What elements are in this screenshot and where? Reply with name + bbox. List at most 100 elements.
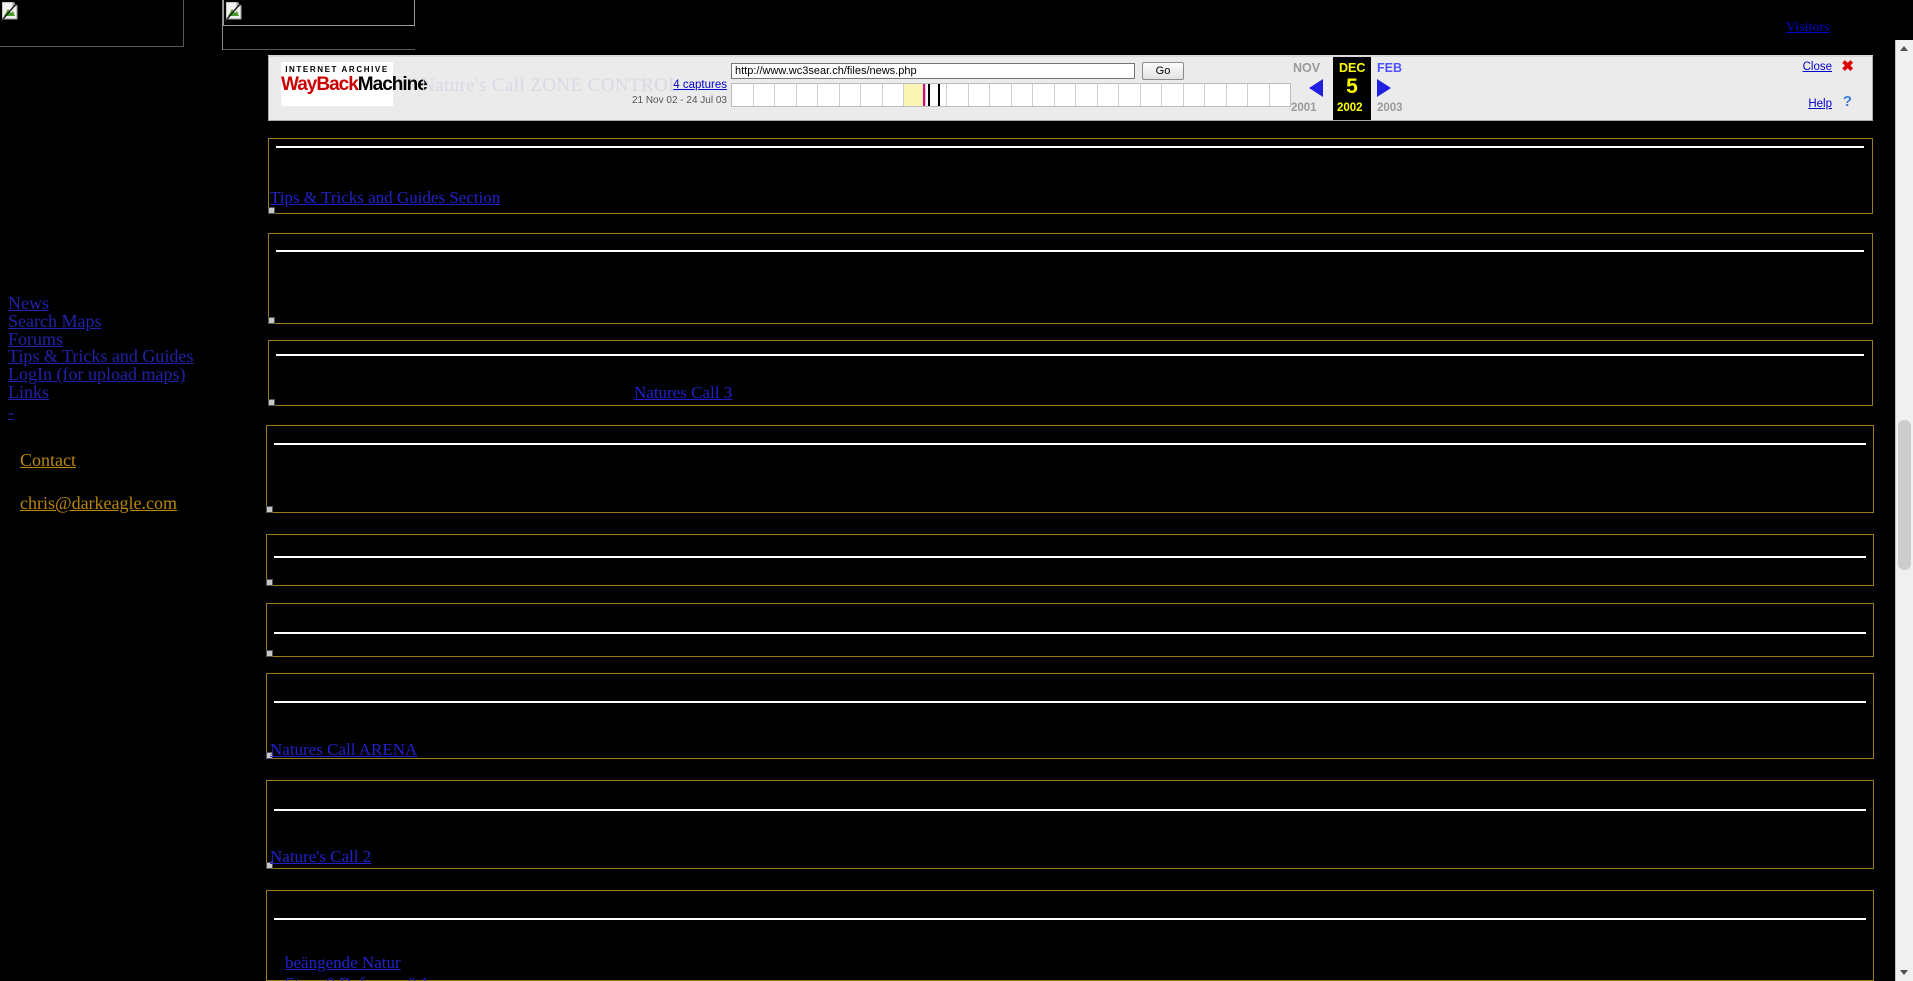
sidebar-item-links[interactable]: Links <box>8 383 218 402</box>
timeline-cell[interactable] <box>1248 84 1270 106</box>
broken-image-icon <box>2 2 18 20</box>
timeline-cell[interactable] <box>840 84 861 106</box>
content-panel <box>266 673 1874 759</box>
panel-top-rule <box>274 443 1866 445</box>
timeline-cell[interactable] <box>904 84 926 106</box>
timeline-cell[interactable] <box>1205 84 1227 106</box>
help-link[interactable]: Help <box>1808 98 1832 110</box>
panel-resize-handle[interactable] <box>268 317 275 324</box>
timeline-cell[interactable] <box>1033 84 1055 106</box>
internet-archive-label: INTERNET ARCHIVE <box>285 65 389 74</box>
close-icon[interactable]: ✖ <box>1841 59 1854 74</box>
wayback-machine-toolbar: INTERNET ARCHIVE WayBackMachine Nature's… <box>268 55 1873 121</box>
prev-month-label: NOV <box>1293 61 1321 75</box>
archived-url-input[interactable] <box>731 63 1135 79</box>
timeline-cell[interactable] <box>1184 84 1205 106</box>
content-link-natures-call-2[interactable]: Nature's Call 2 <box>270 847 371 867</box>
scroll-down-button[interactable] <box>1896 964 1913 981</box>
timeline-cell[interactable] <box>947 84 969 106</box>
prev-capture-arrow-icon[interactable] <box>1309 79 1323 97</box>
content-panel <box>266 425 1874 513</box>
panel-resize-handle[interactable] <box>268 399 275 406</box>
timeline-cell[interactable] <box>818 84 840 106</box>
content-link-beaengende-natur[interactable]: beängende Natur <box>285 953 401 973</box>
timeline-cell[interactable] <box>1270 84 1291 106</box>
content-panel <box>266 534 1874 586</box>
chevron-up-icon <box>1900 46 1908 51</box>
next-capture-arrow-icon[interactable] <box>1377 79 1391 97</box>
content-link-natures-call-arena[interactable]: Natures Call ARENA <box>270 740 417 760</box>
timeline-cell[interactable] <box>926 84 947 106</box>
help-icon[interactable]: ? <box>1843 94 1852 109</box>
panel-resize-handle[interactable] <box>266 506 273 513</box>
panel-top-rule <box>274 632 1866 634</box>
sidebar-item-search-maps[interactable]: Search Maps <box>8 312 218 331</box>
content-panel <box>266 890 1874 981</box>
timeline-cell[interactable] <box>969 84 990 106</box>
timeline-cell[interactable] <box>990 84 1012 106</box>
timeline-cell[interactable] <box>883 84 904 106</box>
current-month-label: DEC <box>1339 61 1366 75</box>
timeline-cell[interactable] <box>1055 84 1076 106</box>
sidebar-item-separator: - <box>8 401 14 422</box>
content-panel <box>268 340 1873 406</box>
timeline-cell[interactable] <box>1227 84 1248 106</box>
timeline-cell[interactable] <box>797 84 818 106</box>
content-panel <box>268 233 1873 324</box>
panel-resize-handle[interactable] <box>266 579 273 586</box>
prev-year-label: 2001 <box>1291 102 1317 114</box>
contact-heading-link[interactable]: Contact <box>20 450 177 471</box>
wayback-machine-logo[interactable]: INTERNET ARCHIVE WayBackMachine <box>281 62 428 106</box>
scrollbar-thumb[interactable] <box>1898 420 1911 570</box>
panel-top-rule <box>274 701 1866 703</box>
timeline-cell[interactable] <box>1098 84 1119 106</box>
broken-image-icon <box>226 2 242 20</box>
timeline-cell[interactable] <box>775 84 797 106</box>
panel-top-rule <box>274 918 1866 920</box>
timeline-cell[interactable] <box>861 84 883 106</box>
content-link-storm9-defense[interactable]: Storm9 Defense v0.1 <box>285 974 429 981</box>
timeline-cell[interactable] <box>1012 84 1033 106</box>
timeline-cell[interactable] <box>754 84 775 106</box>
panel-top-rule <box>274 809 1866 811</box>
captures-date-range: 21 Nov 02 - 24 Jul 03 <box>631 95 727 106</box>
visitors-link[interactable]: Visitors <box>1786 20 1830 36</box>
broken-image-banner-right <box>223 0 415 26</box>
sidebar-nav: News Search Maps Forums Tips & Tricks an… <box>8 294 218 422</box>
layout-divider-horizontal <box>223 49 415 50</box>
broken-image-banner-left <box>0 0 184 47</box>
timeline-cell[interactable] <box>1119 84 1141 106</box>
page-root: Visitors Tips & Tricks and Guides Sectio… <box>0 0 1913 981</box>
current-year-label: 2002 <box>1337 102 1363 114</box>
capture-timeline[interactable] <box>731 83 1291 107</box>
panel-top-rule <box>276 146 1864 148</box>
content-link-natures-call-3[interactable]: Natures Call 3 <box>634 383 732 403</box>
contact-email-link[interactable]: chris@darkeagle.com <box>20 493 177 514</box>
next-month-label: FEB <box>1377 61 1402 75</box>
date-navigator: NOV DEC FEB 5 2001 2002 2003 <box>1291 57 1435 120</box>
chevron-down-icon <box>1900 970 1908 975</box>
panel-top-rule <box>276 250 1864 252</box>
layout-divider-vertical <box>222 0 223 50</box>
panel-top-rule <box>274 556 1866 558</box>
content-panel <box>268 138 1873 214</box>
content-panel <box>266 603 1874 657</box>
timeline-cell[interactable] <box>1141 84 1162 106</box>
panel-resize-handle[interactable] <box>268 207 275 214</box>
content-panel <box>266 780 1874 869</box>
next-year-label: 2003 <box>1377 102 1403 114</box>
timeline-capture-tick[interactable] <box>938 84 941 106</box>
captures-count-link[interactable]: 4 captures <box>633 79 727 91</box>
close-toolbar-link[interactable]: Close <box>1803 61 1832 73</box>
timeline-cell[interactable] <box>732 84 754 106</box>
page-scrollbar[interactable] <box>1895 40 1913 981</box>
panel-top-rule <box>276 354 1864 356</box>
sidebar-contact-block: Contact chris@darkeagle.com <box>20 450 177 514</box>
timeline-cell[interactable] <box>1162 84 1184 106</box>
go-button[interactable]: Go <box>1142 62 1184 80</box>
scroll-up-button[interactable] <box>1896 40 1913 57</box>
timeline-cell[interactable] <box>1076 84 1098 106</box>
panel-resize-handle[interactable] <box>266 650 273 657</box>
content-link-tips-guides[interactable]: Tips & Tricks and Guides Section <box>270 188 500 208</box>
timeline-capture-tick[interactable] <box>927 84 930 106</box>
